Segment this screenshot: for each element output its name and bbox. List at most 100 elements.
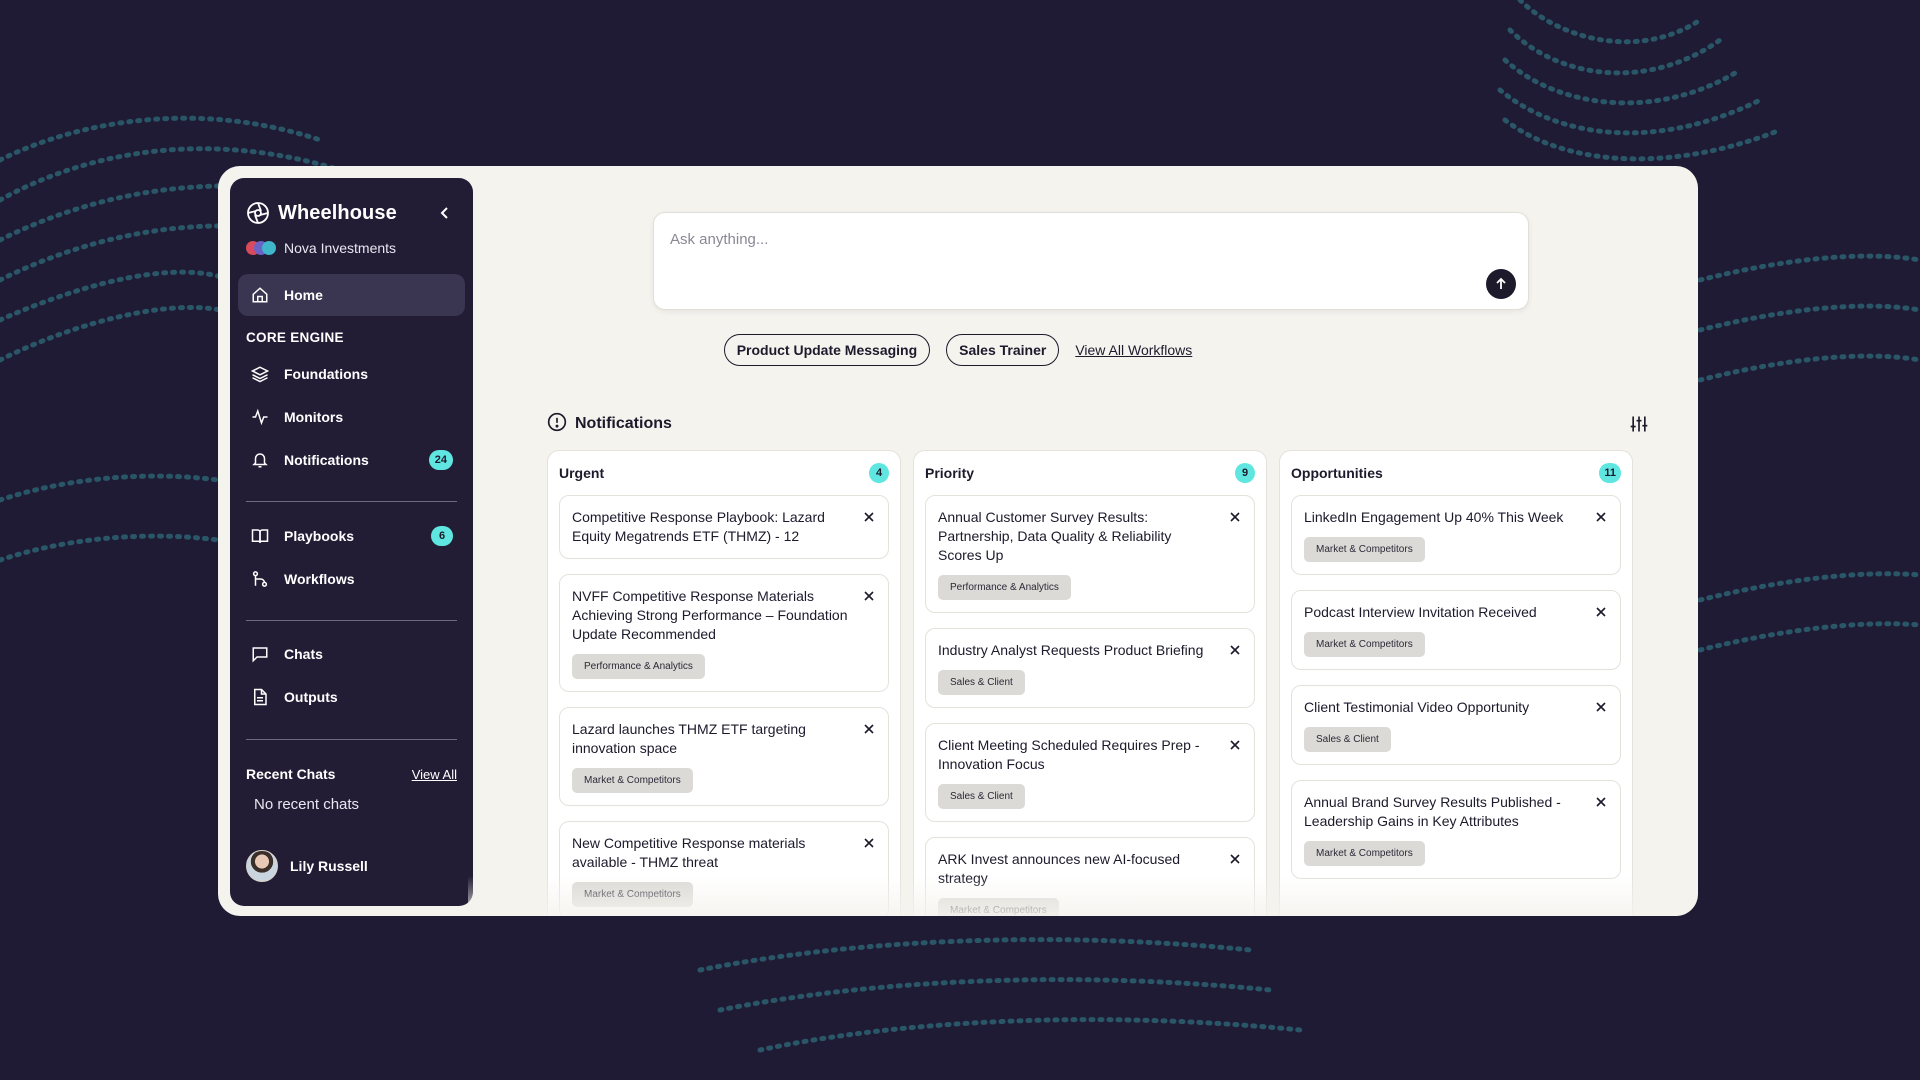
notification-card-title: Annual Customer Survey Results: Partners… (938, 509, 1172, 563)
sidebar-divider (246, 739, 457, 740)
wheelhouse-logo-icon (246, 201, 270, 225)
notification-card-title: Podcast Interview Invitation Received (1304, 604, 1537, 620)
brand-row: Wheelhouse (246, 198, 457, 228)
notification-card[interactable]: Annual Brand Survey Results Published - … (1291, 780, 1621, 879)
view-all-workflows-link[interactable]: View All Workflows (1075, 342, 1192, 358)
column-title: Opportunities (1291, 465, 1383, 481)
workflow-chip-product-update-messaging[interactable]: Product Update Messaging (723, 334, 931, 366)
close-icon (1596, 702, 1606, 712)
dismiss-button[interactable] (862, 589, 876, 603)
notification-card-title: ARK Invest announces new AI-focused stra… (938, 851, 1181, 886)
notification-card-title: New Competitive Response materials avail… (572, 835, 806, 870)
column-count-badge: 4 (869, 463, 889, 483)
notification-card-title: Client Meeting Scheduled Requires Prep -… (938, 737, 1200, 772)
notification-card[interactable]: Lazard launches THMZ ETF targeting innov… (559, 707, 889, 806)
column-header: Priority 9 (925, 451, 1255, 495)
close-icon (864, 512, 874, 522)
notification-card-title: Client Testimonial Video Opportunity (1304, 699, 1530, 715)
dismiss-button[interactable] (1594, 795, 1608, 809)
nav-label-home: Home (284, 287, 323, 303)
app-window: Wheelhouse Nova Investments Home CORE EN… (218, 166, 1698, 916)
close-icon (1230, 512, 1240, 522)
sidebar-divider (246, 620, 457, 621)
column-title: Urgent (559, 465, 605, 481)
category-tag: Market & Competitors (1304, 841, 1425, 866)
recent-chats-header: Recent Chats View All (246, 766, 457, 782)
dismiss-button[interactable] (1228, 510, 1242, 524)
filter-settings-button[interactable] (1627, 412, 1651, 436)
sliders-icon (1630, 416, 1648, 432)
category-tag: Market & Competitors (572, 882, 693, 907)
category-tag: Sales & Client (938, 670, 1025, 695)
nav-item-outputs[interactable]: Outputs (238, 676, 465, 718)
nav-item-home[interactable]: Home (238, 274, 465, 316)
nav-label-chats: Chats (284, 646, 323, 662)
notification-card[interactable]: Client Meeting Scheduled Requires Prep -… (925, 723, 1255, 822)
notification-card[interactable]: Industry Analyst Requests Product Briefi… (925, 628, 1255, 708)
recent-chats-title: Recent Chats (246, 766, 336, 782)
workflow-shortcuts: Product Update Messaging Sales Trainer V… (218, 334, 1698, 366)
dismiss-button[interactable] (862, 510, 876, 524)
close-icon (1230, 645, 1240, 655)
layers-icon (250, 364, 270, 384)
nav-label-outputs: Outputs (284, 689, 338, 705)
dismiss-button[interactable] (862, 836, 876, 850)
notification-card[interactable]: Client Testimonial Video Opportunity Sal… (1291, 685, 1621, 765)
notification-card-title: Annual Brand Survey Results Published - … (1304, 794, 1561, 829)
category-tag: Market & Competitors (572, 768, 693, 793)
dismiss-button[interactable] (1228, 852, 1242, 866)
ask-input[interactable] (670, 231, 1430, 248)
notification-card-title: LinkedIn Engagement Up 40% This Week (1304, 509, 1564, 525)
nav-label-monitors: Monitors (284, 409, 344, 425)
category-tag: Market & Competitors (938, 898, 1059, 916)
collapse-sidebar-button[interactable] (433, 201, 457, 225)
notifications-column-opportunities: Opportunities 11 LinkedIn Engagement Up … (1279, 450, 1633, 916)
category-tag: Performance & Analytics (938, 575, 1071, 600)
notification-card-title: Competitive Response Playbook: Lazard Eq… (572, 509, 825, 544)
org-selector[interactable]: Nova Investments (246, 240, 396, 256)
nav-item-playbooks[interactable]: Playbooks 6 (238, 515, 465, 557)
no-recent-chats-text: No recent chats (254, 796, 360, 813)
notification-card[interactable]: LinkedIn Engagement Up 40% This Week Mar… (1291, 495, 1621, 575)
notifications-header: Notifications (547, 412, 1651, 436)
file-text-icon (250, 687, 270, 707)
category-tag: Sales & Client (938, 784, 1025, 809)
notification-card[interactable]: New Competitive Response materials avail… (559, 821, 889, 916)
close-icon (1596, 512, 1606, 522)
nav-label-workflows: Workflows (284, 571, 355, 587)
notifications-count-badge: 24 (428, 450, 453, 470)
activity-icon (250, 407, 270, 427)
notification-card[interactable]: Annual Customer Survey Results: Partners… (925, 495, 1255, 613)
dismiss-button[interactable] (862, 722, 876, 736)
org-name: Nova Investments (284, 240, 397, 256)
nav-label-notifications: Notifications (284, 452, 369, 468)
dismiss-button[interactable] (1594, 700, 1608, 714)
bell-icon (250, 450, 270, 470)
nav-item-chats[interactable]: Chats (238, 633, 465, 675)
message-square-icon (250, 644, 270, 664)
notifications-title: Notifications (575, 415, 672, 432)
nav-item-workflows[interactable]: Workflows (238, 558, 465, 600)
send-button[interactable] (1486, 269, 1516, 299)
close-icon (864, 838, 874, 848)
avatar (246, 850, 278, 882)
notification-card[interactable]: ARK Invest announces new AI-focused stra… (925, 837, 1255, 916)
recent-chats-view-all-link[interactable]: View All (412, 767, 457, 782)
notification-card[interactable]: NVFF Competitive Response Materials Achi… (559, 574, 889, 692)
close-icon (1596, 797, 1606, 807)
notification-card[interactable]: Competitive Response Playbook: Lazard Eq… (559, 495, 889, 559)
notification-card[interactable]: Podcast Interview Invitation Received Ma… (1291, 590, 1621, 670)
git-branch-icon (250, 569, 270, 589)
user-profile[interactable]: Lily Russell (246, 850, 368, 882)
column-header: Urgent 4 (559, 451, 889, 495)
book-open-icon (250, 526, 270, 546)
dismiss-button[interactable] (1228, 643, 1242, 657)
nav-item-notifications[interactable]: Notifications 24 (238, 439, 465, 481)
category-tag: Sales & Client (1304, 727, 1391, 752)
dismiss-button[interactable] (1594, 510, 1608, 524)
dismiss-button[interactable] (1594, 605, 1608, 619)
workflow-chip-sales-trainer[interactable]: Sales Trainer (946, 334, 1060, 366)
dismiss-button[interactable] (1228, 738, 1242, 752)
nav-item-monitors[interactable]: Monitors (238, 396, 465, 438)
close-icon (864, 724, 874, 734)
